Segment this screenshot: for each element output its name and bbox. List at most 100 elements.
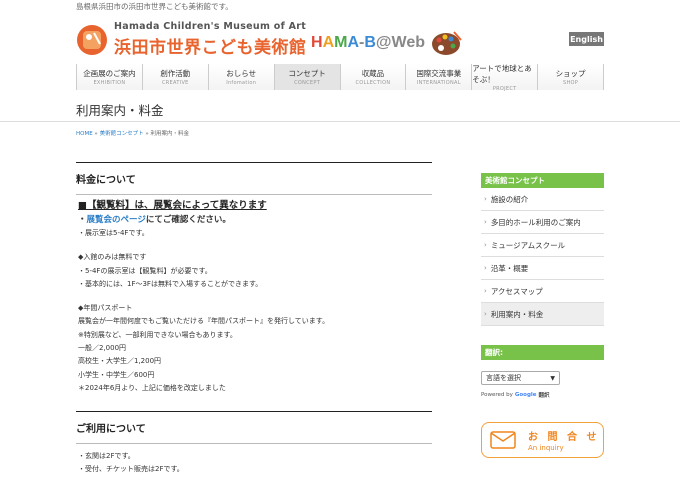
entry-line: ・基本的には、1F～3Fは無料で入場することができます。 <box>78 279 263 288</box>
sidebar-item-label: 多目的ホール利用のご案内 <box>490 217 581 227</box>
sidebar-item-label: 施設の紹介 <box>490 194 529 204</box>
sidebar-item-guide-fees[interactable]: › 利用案内・料金 <box>481 303 604 326</box>
sidebar-item-label: ミュージアムスクール <box>490 240 566 250</box>
nav-international[interactable]: 国際交流事業 INTERNATIONAL <box>405 64 472 90</box>
hamab-web-title: HAMA-B@Web <box>311 34 425 52</box>
chevron-right-icon: › <box>484 310 487 318</box>
nav-project[interactable]: アートで地球とあそぶ！ PROJECT <box>471 63 538 92</box>
palette-logo-icon <box>76 24 108 56</box>
nav-label: 創作活動 <box>160 69 191 78</box>
hamab-letter: M <box>334 34 348 51</box>
nav-sublabel: EXHIBITION <box>93 80 126 86</box>
exhibition-page-link[interactable]: 展覧会のページ <box>87 215 146 225</box>
hamab-letter: @ <box>375 34 392 51</box>
entry-heading: ◆入館のみは無料です <box>78 253 147 262</box>
nav-sublabel: CREATIVE <box>161 80 189 86</box>
google-logo: Google <box>514 392 537 398</box>
hamab-letter: H <box>311 34 323 51</box>
chevron-down-icon: ▼ <box>550 374 555 382</box>
site-tagline: 島根県浜田市の浜田市世界こども美術館です。 <box>76 2 233 11</box>
nav-label: 国際交流事業 <box>416 69 462 78</box>
nav-sublabel: INTERNATIONAL <box>416 80 461 86</box>
logo-english-name: Hamada Children's Museum of Art <box>114 21 307 32</box>
breadcrumb-concept-link[interactable]: 美術館コンセプト <box>100 131 144 137</box>
sidebar-item-access[interactable]: › アクセスマップ <box>481 280 604 303</box>
language-select[interactable]: 言語を選択 ▼ <box>481 371 560 385</box>
global-nav: 企画展のご案内 EXHIBITION 創作活動 CREATIVE おしらせ In… <box>76 63 604 92</box>
price-general: 一般／2,000円 <box>78 344 127 353</box>
nav-shop[interactable]: ショップ SHOP <box>537 64 604 90</box>
nav-label: 収蔵品 <box>361 69 385 78</box>
museum-logo[interactable]: Hamada Children's Museum of Art 浜田市世界こども… <box>76 21 307 58</box>
fees-check-prefix: ・ <box>78 215 87 225</box>
powered-by-label: Powered by <box>481 392 513 398</box>
fees-check-suffix: にてご確認ください。 <box>145 215 231 225</box>
sidebar-item-school[interactable]: › ミュージアムスクール <box>481 234 604 257</box>
nav-creative[interactable]: 創作活動 CREATIVE <box>141 64 208 90</box>
price-high-school: 高校生・大学生／1,200円 <box>78 357 162 366</box>
fees-heading: 料金について <box>76 162 432 195</box>
translate-link[interactable]: 翻訳 <box>539 391 550 399</box>
fees-floor-line: ・展示室は5-4Fです。 <box>78 229 149 237</box>
english-button[interactable]: English <box>569 32 604 46</box>
nav-exhibition[interactable]: 企画展のご案内 EXHIBITION <box>76 64 142 90</box>
fees-subheading: ■【観覧料】は、展覧会によって異なります <box>78 200 267 211</box>
logo-japanese-name: 浜田市世界こども美術館 <box>114 38 307 58</box>
usage-body: ・玄関は2Fです。 ・受付、チケット販売は2Fです。 <box>78 450 184 477</box>
nav-sublabel: CONCEPT <box>294 80 321 86</box>
nav-collection[interactable]: 収蔵品 COLLECTION <box>339 64 406 90</box>
page-title: 利用案内・料金 <box>76 103 164 118</box>
nav-label: 企画展のご案内 <box>83 69 136 78</box>
sidebar-item-hall[interactable]: › 多目的ホール利用のご案内 <box>481 211 604 234</box>
nav-label: コンセプト <box>288 69 326 78</box>
sidebar-item-label: アクセスマップ <box>490 286 543 296</box>
hamab-letter: A <box>322 34 335 51</box>
nav-information[interactable]: おしらせ Infomation <box>207 64 274 90</box>
powered-by-google: Powered by Google 翻訳 <box>481 391 550 399</box>
paint-palette-icon <box>428 28 464 58</box>
chevron-right-icon: › <box>484 264 487 272</box>
chevron-right-icon: › <box>484 218 487 226</box>
nav-label: アートで地球とあそぶ！ <box>472 63 532 84</box>
usage-line: ・玄関は2Fです。 <box>78 452 135 460</box>
sidebar-translate: 翻訳: <box>481 345 604 360</box>
envelope-icon <box>490 431 516 449</box>
nav-sublabel: COLLECTION <box>355 80 391 86</box>
hamab-letter: B <box>364 34 376 51</box>
hamab-letter: W <box>391 34 407 51</box>
pass-heading: ◆年間パスポート <box>78 304 133 313</box>
nav-label: ショップ <box>555 69 586 78</box>
nav-label: おしらせ <box>226 69 257 78</box>
sidebar-concept-menu: 美術館コンセプト › 施設の紹介 › 多目的ホール利用のご案内 › ミュージアムスクー… <box>481 173 604 326</box>
hamab-web-link[interactable]: HAMA-B@Web <box>311 28 464 58</box>
sidebar-translate-heading: 翻訳: <box>481 345 604 360</box>
nav-sublabel: PROJECT <box>492 85 517 92</box>
breadcrumb-home-link[interactable]: HOME <box>76 131 93 137</box>
nav-concept[interactable]: コンセプト CONCEPT <box>273 64 340 90</box>
sidebar-item-label: 沿革・概要 <box>490 263 529 273</box>
price-note: ＊2024年6月より、上記に価格を改定しました <box>78 383 226 392</box>
pass-line: 展覧会が一年間何度でもご覧いただける『年間パスポート』を発行しています。 <box>78 317 330 326</box>
hamab-letter: b <box>415 34 426 51</box>
sidebar-item-facilities[interactable]: › 施設の紹介 <box>481 188 604 211</box>
price-child: 小学生・中学生／600円 <box>78 370 155 379</box>
sidebar-concept-heading: 美術館コンセプト <box>481 173 604 188</box>
chevron-right-icon: › <box>484 241 487 249</box>
nav-sublabel: Infomation <box>226 80 257 86</box>
inquiry-label-en: An inquiry <box>528 444 564 452</box>
hamab-letter: A <box>347 34 360 51</box>
inquiry-label-ja: お 問 合 せ <box>528 432 600 443</box>
title-divider <box>0 121 680 122</box>
usage-line: ・受付、チケット販売は2Fです。 <box>78 465 184 474</box>
nav-sublabel: SHOP <box>563 80 579 86</box>
chevron-right-icon: › <box>484 195 487 203</box>
sidebar-item-history[interactable]: › 沿革・概要 <box>481 257 604 280</box>
fees-check-line: ・展覧会のページにてご確認ください。 <box>78 213 329 227</box>
fees-body: ■【観覧料】は、展覧会によって異なります ・展覧会のページにてご確認ください。 … <box>78 199 329 395</box>
inquiry-button[interactable]: お 問 合 せ An inquiry <box>481 422 604 458</box>
breadcrumb-separator: » <box>92 131 100 137</box>
language-select-value: 言語を選択 <box>486 374 521 382</box>
sidebar-item-label: 利用案内・料金 <box>490 309 544 319</box>
breadcrumb-current: 利用案内・料金 <box>150 131 189 137</box>
hamab-letter: e <box>406 34 416 51</box>
